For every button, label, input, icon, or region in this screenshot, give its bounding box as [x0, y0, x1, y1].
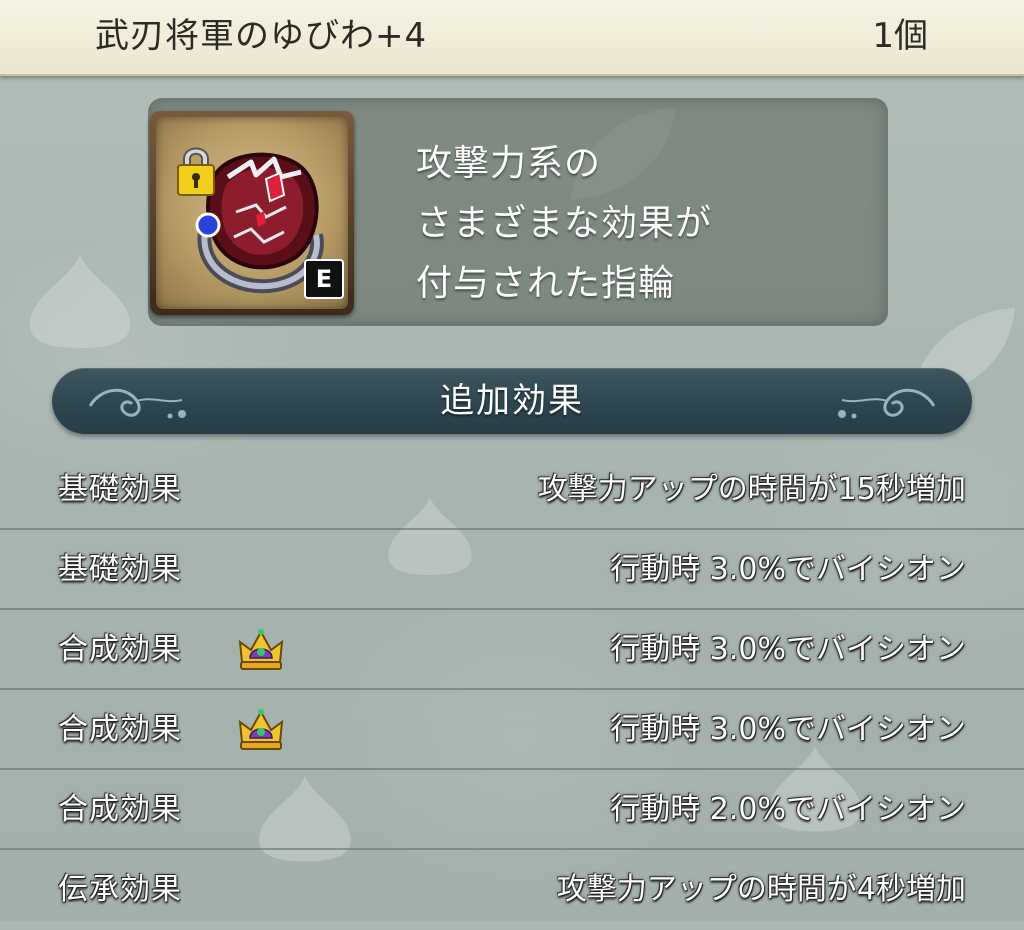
effect-type: 合成効果 [58, 792, 182, 827]
effect-row: 伝承効果 攻撃力アップの時間が4秒増加 [0, 850, 1024, 930]
effects-list: 基礎効果 攻撃力アップの時間が15秒増加 基礎効果 行動時 3.0%でバイシオン… [0, 450, 1024, 930]
effect-type: 基礎効果 [58, 552, 182, 587]
effect-row: 合成効果 行動時 2.0%でバイシオン [0, 770, 1024, 850]
effect-value: 行動時 3.0%でバイシオン [610, 552, 966, 587]
description-line: さまざまな効果が [416, 203, 713, 244]
description-line: 攻撃力系の [416, 143, 602, 184]
effect-type: 伝承効果 [58, 872, 182, 907]
item-description: 攻撃力系の さまざまな効果が 付与された指輪 [416, 134, 876, 314]
equipped-badge: E [304, 259, 344, 299]
effect-row: 合成効果 行動時 3.0%でバイシオン [0, 610, 1024, 690]
effect-value: 攻撃力アップの時間が4秒増加 [556, 872, 966, 907]
effect-value: 攻撃力アップの時間が15秒増加 [537, 472, 966, 507]
flourish-right-icon [838, 388, 936, 419]
section-banner: 追加効果 [52, 368, 972, 434]
description-line: 付与された指輪 [416, 263, 676, 304]
effect-value: 行動時 3.0%でバイシオン [610, 712, 966, 747]
crown-icon [238, 709, 284, 750]
slime-silhouette-icon [30, 255, 130, 348]
padlock-icon [177, 147, 215, 196]
item-count: 1個 [872, 16, 928, 56]
item-name: 武刃将軍のゆびわ+4 [95, 16, 428, 56]
effect-value: 行動時 2.0%でバイシオン [610, 792, 966, 827]
effect-row: 基礎効果 行動時 3.0%でバイシオン [0, 530, 1024, 610]
crown-icon [238, 629, 284, 670]
effect-row: 合成効果 行動時 3.0%でバイシオン [0, 690, 1024, 770]
effect-type: 合成効果 [58, 632, 182, 667]
effect-type: 基礎効果 [58, 472, 182, 507]
item-icon-background: E [156, 117, 348, 309]
item-icon-frame[interactable]: E [150, 111, 354, 315]
effect-type: 合成効果 [58, 712, 182, 747]
effect-row: 基礎効果 攻撃力アップの時間が15秒増加 [0, 450, 1024, 530]
item-header: 武刃将軍のゆびわ+4 1個 [0, 0, 1024, 76]
effect-value: 行動時 3.0%でバイシオン [610, 632, 966, 667]
